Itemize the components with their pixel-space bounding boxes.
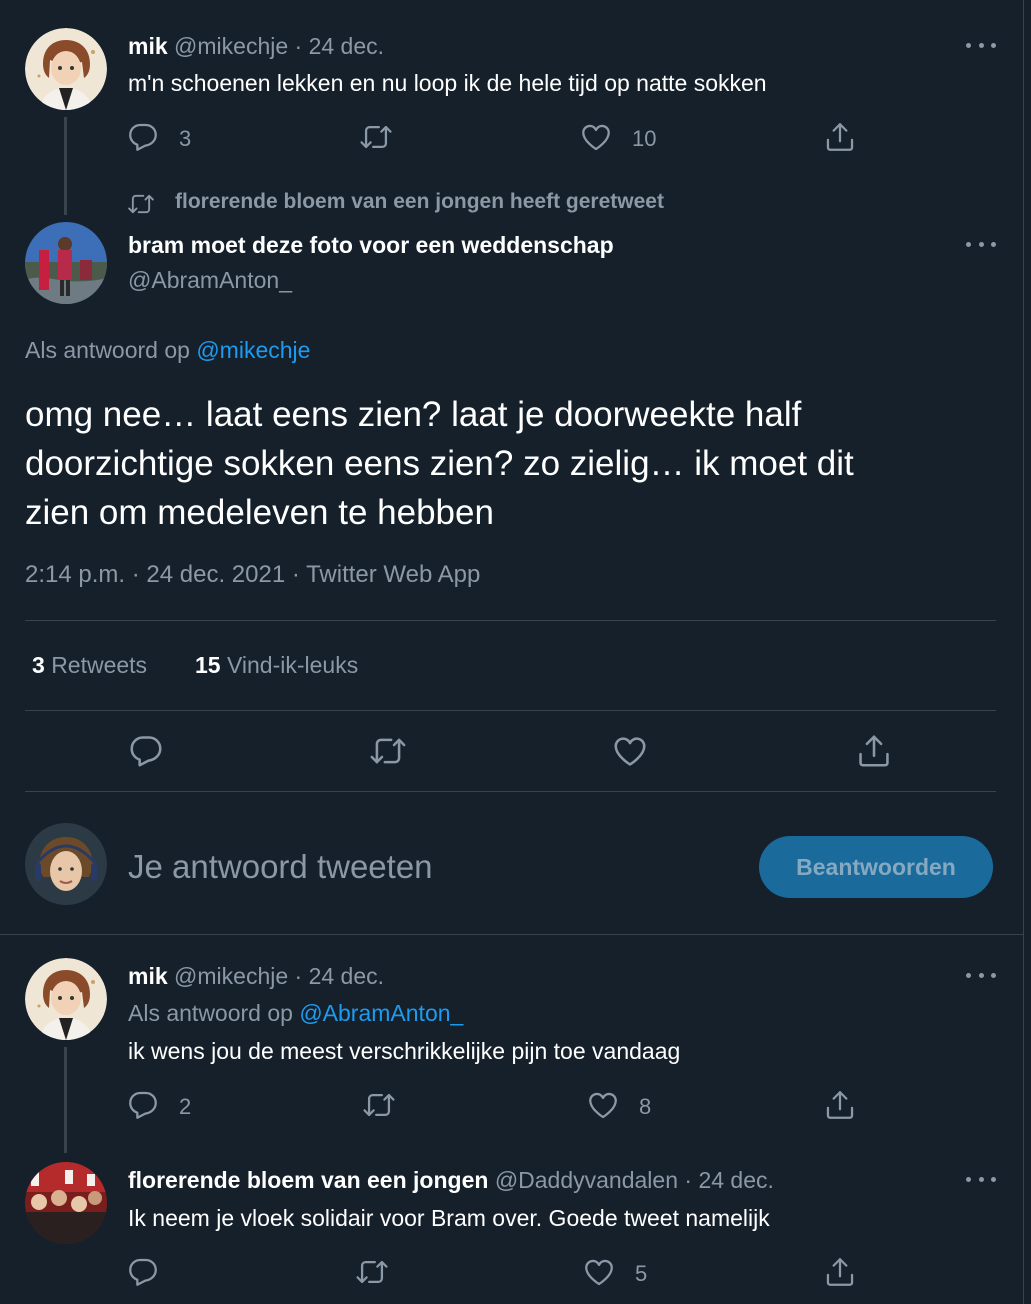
tweet-header: florerende bloem van een jongen @Daddyva… — [128, 1167, 774, 1194]
thread-line — [64, 117, 67, 215]
like-icon[interactable] — [611, 732, 649, 770]
share-icon[interactable] — [823, 120, 857, 154]
thread-line — [64, 1047, 67, 1153]
timestamp[interactable]: · 24 dec. — [684, 1167, 774, 1193]
retweets-label: Retweets — [51, 652, 148, 678]
avatar-mik[interactable] — [25, 958, 107, 1040]
tweet-meta[interactable]: 2:14 p.m. · 24 dec. 2021 · Twitter Web A… — [25, 561, 480, 589]
like-icon[interactable] — [579, 120, 613, 154]
divider — [25, 620, 996, 621]
column-border — [1023, 0, 1024, 1304]
share-icon[interactable] — [855, 732, 893, 770]
mention-link[interactable]: @AbramAnton_ — [299, 1000, 463, 1026]
retweet-icon[interactable] — [359, 120, 393, 154]
reply-icon[interactable] — [126, 120, 160, 154]
retweets-stat[interactable]: 3 Retweets — [32, 652, 147, 679]
tweet-header: mik @mikechje · 24 dec. — [128, 33, 384, 60]
avatar-current-user[interactable] — [25, 823, 107, 905]
more-options-button[interactable] — [966, 1171, 996, 1187]
tweet-text: omg nee… laat eens zien? laat je doorwee… — [25, 390, 854, 537]
avatar-bram[interactable] — [25, 222, 107, 304]
reply-prefix: Als antwoord op — [128, 1000, 293, 1026]
reply-button-label: Beantwoorden — [796, 853, 956, 880]
display-name[interactable]: florerende bloem van een jongen — [128, 1167, 488, 1193]
like-icon[interactable] — [582, 1255, 616, 1289]
display-name[interactable]: mik — [128, 33, 168, 59]
retweeted-icon — [127, 190, 155, 218]
likes-stat[interactable]: 15 Vind-ik-leuks — [195, 652, 358, 679]
like-count: 10 — [632, 126, 657, 151]
retweet-icon[interactable] — [355, 1255, 389, 1289]
share-icon[interactable] — [823, 1088, 857, 1122]
retweet-icon[interactable] — [369, 732, 407, 770]
reply-icon[interactable] — [127, 732, 165, 770]
like-icon[interactable] — [586, 1088, 620, 1122]
tweet-header: mik @mikechje · 24 dec. — [128, 963, 384, 990]
username[interactable]: @AbramAnton_ — [128, 267, 292, 294]
reply-context: Als antwoord op @mikechje — [25, 337, 310, 364]
likes-count: 15 — [195, 652, 221, 678]
tweet-text-line: omg nee… laat eens zien? laat je doorwee… — [25, 395, 802, 434]
retweets-count: 3 — [32, 652, 45, 678]
username[interactable]: @mikechje — [174, 33, 288, 59]
reply-icon[interactable] — [126, 1255, 160, 1289]
reply-button[interactable]: Beantwoorden — [759, 836, 993, 898]
reply-prefix: Als antwoord op — [25, 337, 190, 363]
more-options-button[interactable] — [966, 236, 996, 252]
divider — [0, 934, 1024, 935]
timestamp[interactable]: · 24 dec. — [295, 963, 385, 989]
username[interactable]: @Daddyvandalen — [495, 1167, 678, 1193]
tweet-text-line: zien om medeleven te hebben — [25, 493, 494, 532]
avatar-daddyvandalen[interactable] — [25, 1162, 107, 1244]
more-options-button[interactable] — [966, 37, 996, 53]
like-count: 8 — [639, 1094, 652, 1119]
display-name[interactable]: bram moet deze foto voor een weddenschap — [128, 232, 614, 258]
share-icon[interactable] — [823, 1255, 857, 1289]
retweet-banner[interactable]: florerende bloem van een jongen heeft ge… — [175, 190, 664, 214]
username[interactable]: @mikechje — [174, 963, 288, 989]
retweet-icon[interactable] — [362, 1088, 396, 1122]
reply-context: Als antwoord op @AbramAnton_ — [128, 1000, 463, 1027]
like-count: 5 — [635, 1261, 648, 1286]
divider — [25, 710, 996, 711]
tweet-header: bram moet deze foto voor een weddenschap — [128, 232, 614, 259]
more-options-button[interactable] — [966, 967, 996, 983]
tweet-text: Ik neem je vloek solidair voor Bram over… — [128, 1205, 770, 1231]
divider — [25, 791, 996, 792]
mention-link[interactable]: @mikechje — [196, 337, 310, 363]
tweet-text-line: doorzichtige sokken eens zien? zo zielig… — [25, 444, 854, 483]
reply-icon[interactable] — [126, 1088, 160, 1122]
reply-input[interactable]: Je antwoord tweeten — [128, 848, 433, 886]
display-name[interactable]: mik — [128, 963, 168, 989]
avatar-mik[interactable] — [25, 28, 107, 110]
timestamp[interactable]: · 24 dec. — [295, 33, 385, 59]
reply-count: 3 — [179, 126, 192, 151]
likes-label: Vind-ik-leuks — [226, 652, 359, 678]
tweet-text: m'n schoenen lekken en nu loop ik de hel… — [128, 70, 767, 96]
reply-count: 2 — [179, 1094, 192, 1119]
tweet-text: ik wens jou de meest verschrikkelijke pi… — [128, 1038, 681, 1064]
